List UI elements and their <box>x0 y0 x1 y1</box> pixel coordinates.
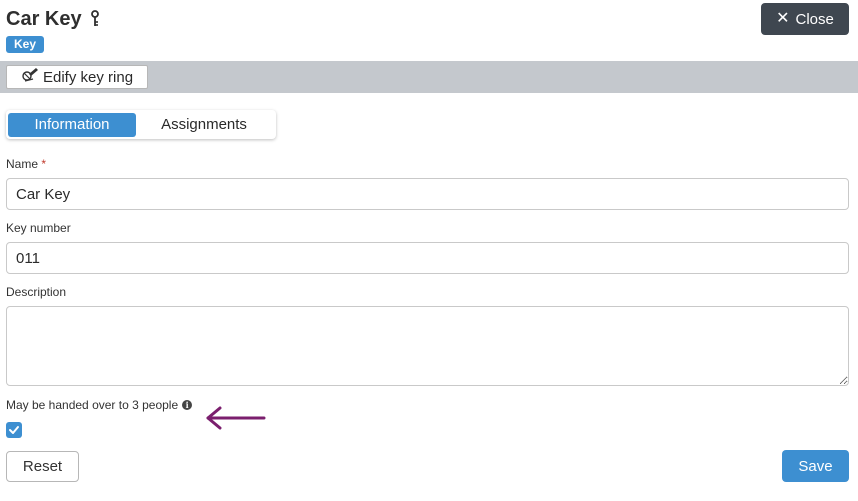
checkmark-icon <box>9 426 19 434</box>
description-label: Description <box>6 285 67 299</box>
key-ring-pen-icon <box>21 67 39 87</box>
page-title: Car Key <box>6 8 82 30</box>
handover-row: May be handed over to 3 people i <box>6 398 193 412</box>
handover-label: May be handed over to 3 people <box>6 398 179 412</box>
name-label-text: Name <box>6 157 39 171</box>
info-icon[interactable]: i <box>182 400 193 410</box>
title-row: Car Key <box>6 6 102 32</box>
required-marker: * <box>41 157 47 171</box>
close-label: Close <box>795 10 834 28</box>
name-label: Name * <box>6 157 46 171</box>
edit-key-ring-button[interactable]: Edify key ring <box>6 65 149 89</box>
tab-bar: Information Assignments <box>6 110 276 139</box>
name-input[interactable] <box>6 178 849 210</box>
annotation-arrow-icon <box>206 406 266 430</box>
type-badge: Key <box>6 36 45 53</box>
key-number-label: Key number <box>6 221 71 235</box>
key-icon <box>88 9 102 29</box>
close-icon: ✕ <box>776 10 790 27</box>
handover-checkbox[interactable] <box>6 422 22 438</box>
description-textarea[interactable] <box>6 306 849 386</box>
edit-key-ring-label: Edify key ring <box>43 68 134 86</box>
tab-information[interactable]: Information <box>8 112 136 137</box>
tab-assignments[interactable]: Assignments <box>136 113 272 137</box>
key-number-input[interactable] <box>6 242 849 274</box>
save-button[interactable]: Save <box>782 450 849 482</box>
reset-button[interactable]: Reset <box>6 451 79 482</box>
toolbar: Edify key ring <box>0 61 858 93</box>
close-button[interactable]: ✕ Close <box>761 3 849 35</box>
